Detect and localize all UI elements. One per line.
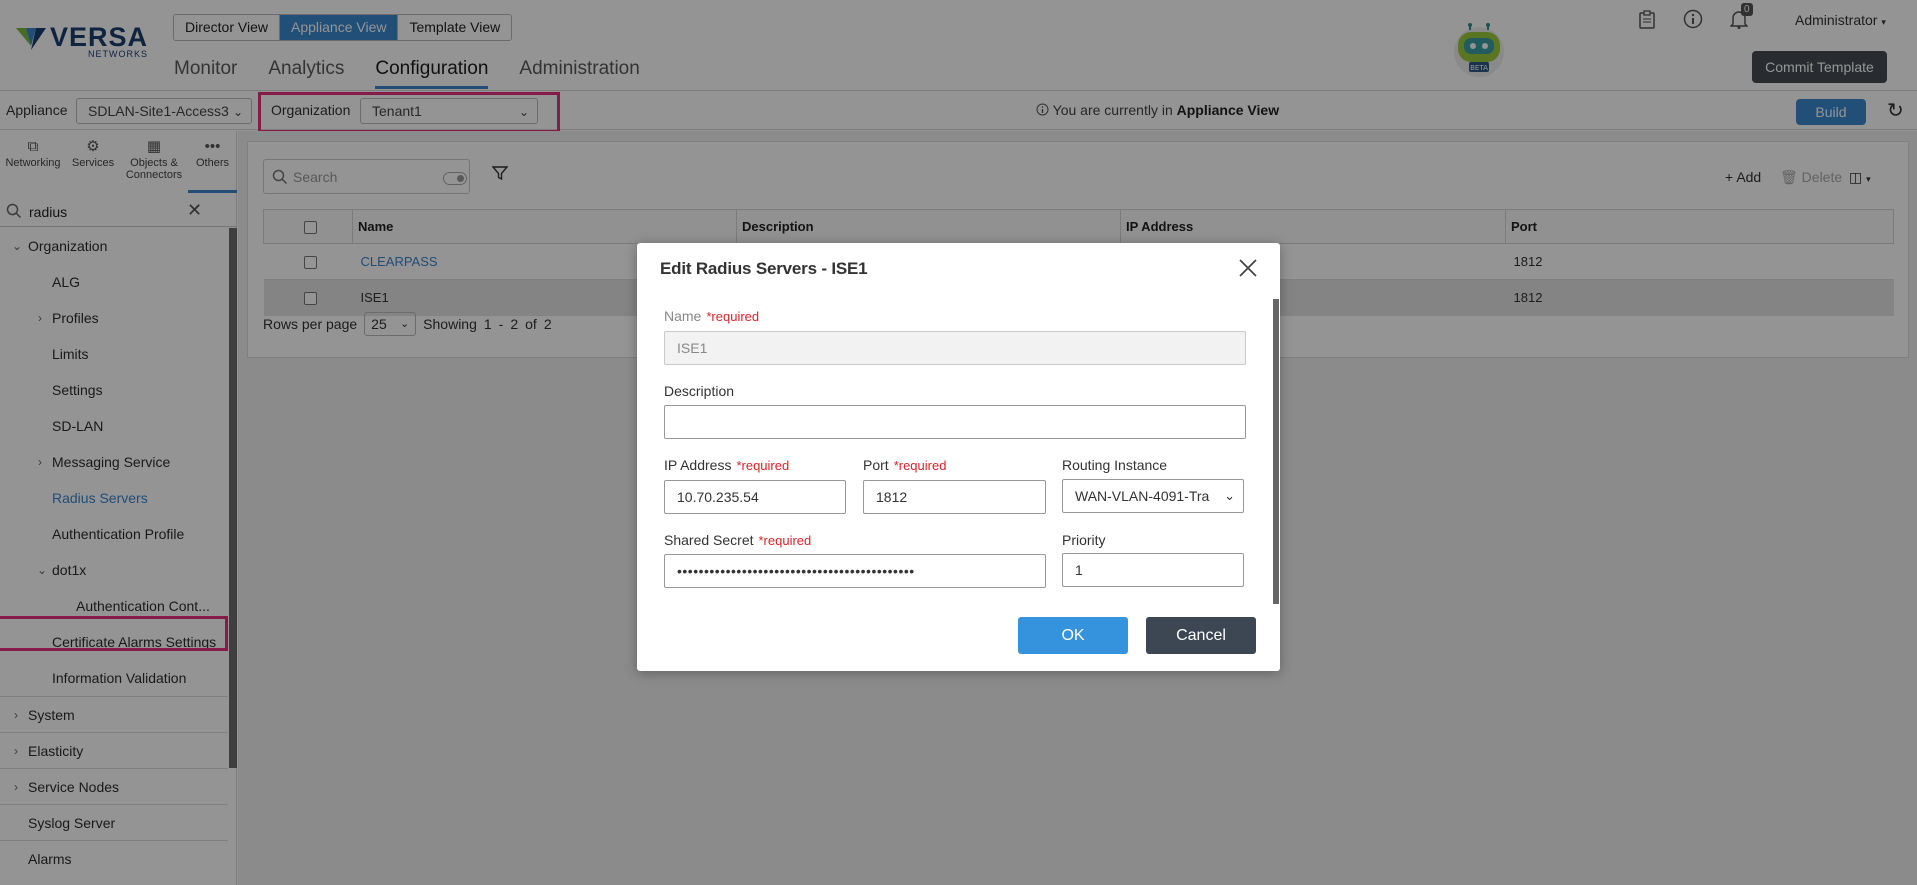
cancel-button[interactable]: Cancel (1146, 617, 1256, 654)
name-field: ISE1 (664, 331, 1246, 365)
required-marker: *required (758, 533, 812, 548)
name-label-text: Name (664, 308, 702, 324)
chevron-down-icon: ⌄ (1221, 480, 1235, 512)
ip-label-text: IP Address (664, 457, 732, 473)
port-label-text: Port (863, 457, 889, 473)
required-marker: *required (736, 458, 790, 473)
port-field[interactable]: 1812 (863, 480, 1046, 514)
required-marker: *required (893, 458, 947, 473)
shared-secret-label: Shared Secret *required (664, 532, 811, 548)
routing-instance-select[interactable]: WAN-VLAN-4091-Tra ⌄ (1062, 479, 1244, 513)
port-label: Port *required (863, 457, 946, 473)
ip-address-label: IP Address *required (664, 457, 789, 473)
priority-label: Priority (1062, 532, 1106, 548)
priority-field[interactable]: 1 (1062, 553, 1244, 587)
close-icon[interactable] (1237, 257, 1259, 279)
edit-radius-server-dialog: Edit Radius Servers - ISE1 Name *required… (637, 243, 1280, 671)
routing-instance-value: WAN-VLAN-4091-Tra (1075, 488, 1210, 504)
description-label: Description (664, 383, 735, 399)
shared-secret-field[interactable]: ••••••••••••••••••••••••••••••••••••••••… (664, 554, 1046, 588)
ok-button[interactable]: OK (1018, 617, 1128, 654)
description-field[interactable] (664, 405, 1246, 439)
required-marker: *required (706, 309, 760, 324)
name-label: Name *required (664, 308, 759, 324)
routing-instance-label: Routing Instance (1062, 457, 1168, 473)
ip-address-field[interactable]: 10.70.235.54 (664, 480, 846, 514)
dialog-scrollbar[interactable] (1273, 299, 1279, 604)
dialog-title: Edit Radius Servers - ISE1 (660, 259, 868, 278)
secret-label-text: Shared Secret (664, 532, 754, 548)
